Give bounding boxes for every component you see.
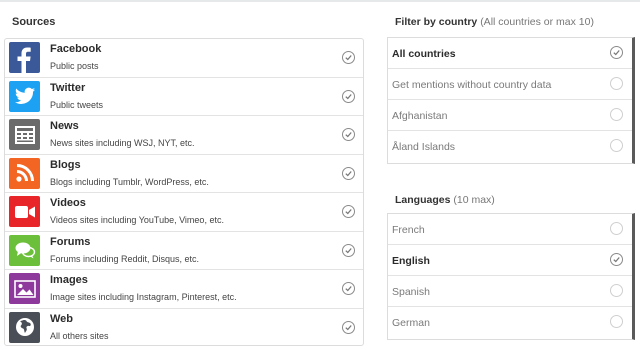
country-filter-hint: (All countries or max 10)	[480, 16, 594, 28]
source-description: Blogs including Tumblr, WordPress, etc.	[50, 176, 209, 187]
option-label: Get mentions without country data	[392, 79, 552, 91]
language-option[interactable]: Spanish	[388, 276, 632, 307]
source-row-news[interactable]: News News sites including WSJ, NYT, etc.	[5, 116, 363, 155]
source-name: Images	[50, 274, 88, 286]
country-option[interactable]: Afghanistan	[388, 100, 632, 131]
source-row-forums[interactable]: Forums Forums including Reddit, Disqus, …	[5, 232, 363, 270]
option-label: English	[392, 255, 430, 267]
video-camera-icon	[9, 196, 40, 227]
source-row-videos[interactable]: Videos Videos sites including YouTube, V…	[5, 193, 363, 232]
languages-list[interactable]: French English Spanish German	[387, 213, 635, 340]
top-divider	[0, 0, 640, 2]
country-option[interactable]: Get mentions without country data	[388, 69, 632, 100]
source-name: Facebook	[50, 43, 102, 55]
source-row-images[interactable]: Images Image sites including Instagram, …	[5, 270, 363, 309]
country-option[interactable]: Åland Islands	[388, 131, 632, 162]
check-icon[interactable]	[342, 51, 355, 64]
source-name: Web	[50, 312, 74, 325]
option-label: All countries	[392, 48, 456, 60]
country-filter-heading: Filter by country (All countries or max …	[395, 16, 594, 28]
image-icon	[9, 273, 40, 304]
source-description: Public posts	[50, 61, 99, 71]
source-row-facebook[interactable]: Facebook Public posts	[5, 39, 363, 78]
rss-icon	[9, 157, 40, 189]
country-filter-title: Filter by country	[395, 16, 478, 28]
facebook-icon	[9, 42, 40, 73]
radio-circle-icon[interactable]	[610, 108, 623, 121]
language-option[interactable]: French	[388, 214, 632, 245]
languages-title: Languages	[395, 194, 451, 206]
radio-circle-icon[interactable]	[610, 139, 623, 152]
check-icon[interactable]	[342, 89, 355, 103]
languages-hint: (10 max)	[453, 194, 495, 206]
radio-circle-icon[interactable]	[610, 284, 623, 297]
source-name: Forums	[50, 235, 91, 248]
language-option[interactable]: German	[388, 307, 632, 338]
source-description: Videos sites including YouTube, Vimeo, e…	[50, 215, 224, 225]
source-description: All others sites	[50, 330, 109, 341]
check-icon[interactable]	[342, 166, 355, 180]
radio-circle-icon[interactable]	[610, 315, 623, 328]
option-label: French	[392, 224, 425, 236]
source-description: Public tweets	[50, 99, 104, 110]
chat-bubbles-icon	[9, 234, 40, 266]
news-icon	[9, 119, 40, 150]
languages-heading: Languages (10 max)	[395, 194, 495, 206]
check-icon[interactable]	[342, 282, 355, 295]
source-description: Image sites including Instagram, Pintere…	[50, 292, 237, 302]
sources-heading: Sources	[12, 16, 56, 28]
source-name: Blogs	[50, 158, 81, 171]
source-name: News	[50, 120, 79, 132]
option-label: Spanish	[392, 286, 430, 298]
twitter-icon	[9, 80, 40, 112]
check-icon[interactable]	[342, 243, 355, 257]
check-icon[interactable]	[342, 320, 355, 334]
check-icon[interactable]	[610, 253, 623, 266]
option-label: Afghanistan	[392, 110, 448, 122]
source-description: News sites including WSJ, NYT, etc.	[50, 138, 195, 148]
check-icon[interactable]	[342, 205, 355, 218]
country-option[interactable]: All countries	[388, 38, 632, 69]
option-label: Åland Islands	[392, 141, 456, 153]
source-name: Twitter	[50, 81, 86, 94]
globe-icon	[9, 311, 40, 343]
option-label: German	[392, 317, 430, 329]
source-row-twitter[interactable]: Twitter Public tweets	[5, 78, 363, 116]
sources-list: Facebook Public posts Twitter Public twe…	[4, 38, 364, 346]
check-icon[interactable]	[610, 46, 623, 59]
source-row-web[interactable]: Web All others sites	[5, 309, 363, 348]
language-option[interactable]: English	[388, 245, 632, 276]
radio-circle-icon[interactable]	[610, 77, 623, 90]
source-description: Forums including Reddit, Disqus, etc.	[50, 253, 200, 264]
check-icon[interactable]	[342, 128, 355, 141]
source-row-blogs[interactable]: Blogs Blogs including Tumblr, WordPress,…	[5, 155, 363, 193]
source-name: Videos	[50, 197, 86, 209]
country-list[interactable]: All countries Get mentions without count…	[387, 37, 635, 164]
radio-circle-icon[interactable]	[610, 222, 623, 235]
